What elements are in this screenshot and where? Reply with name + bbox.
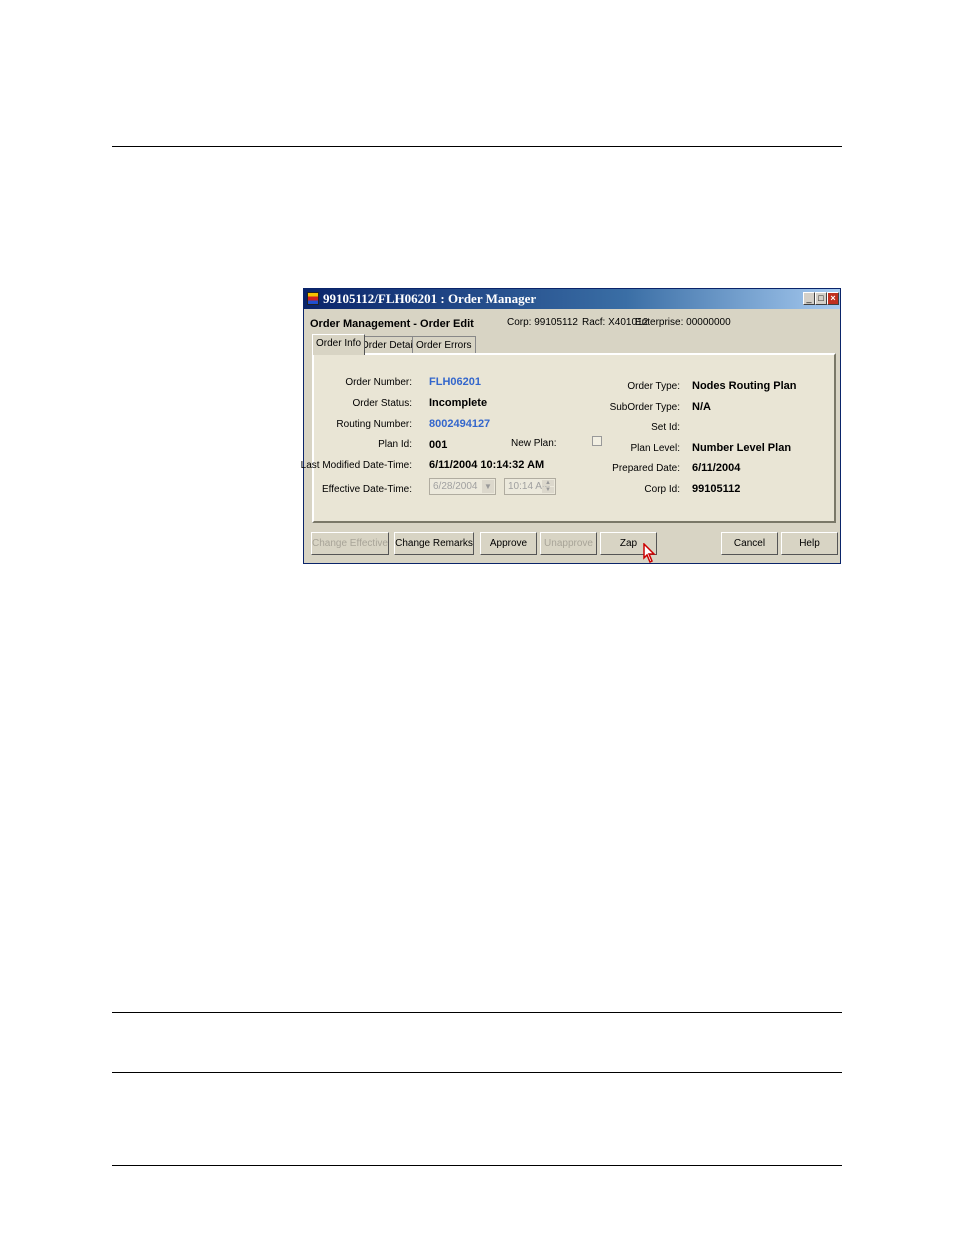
- footer-rule-3: [112, 1165, 842, 1166]
- order-status-value: Incomplete: [429, 397, 488, 409]
- order-type-label: Order Type:: [627, 381, 680, 392]
- plan-level-label: Plan Level:: [630, 443, 680, 454]
- suborder-type-label: SubOrder Type:: [609, 402, 680, 413]
- mouse-cursor-icon: [643, 543, 656, 563]
- set-id-label: Set Id:: [651, 422, 680, 433]
- last-modified-value: 6/11/2004 10:14:32 AM: [429, 459, 545, 471]
- cancel-button[interactable]: Cancel: [721, 532, 778, 555]
- plan-level-value: Number Level Plan: [692, 442, 792, 454]
- suborder-type-value: N/A: [692, 401, 711, 413]
- routing-number-label: Routing Number:: [336, 419, 412, 430]
- close-icon[interactable]: ×: [827, 292, 839, 305]
- effective-date-time-label: Effective Date-Time:: [321, 484, 412, 495]
- footer-rule-1: [112, 1012, 842, 1013]
- section-title: Order Management - Order Edit: [310, 318, 474, 330]
- new-plan-label: New Plan:: [511, 438, 557, 449]
- top-rule: [112, 146, 842, 147]
- new-plan-checkbox[interactable]: [592, 436, 602, 446]
- spin-up-icon[interactable]: ▲: [542, 480, 554, 486]
- routing-number-value[interactable]: 8002494127: [429, 418, 490, 430]
- minimize-icon[interactable]: _: [803, 292, 815, 305]
- maximize-icon[interactable]: □: [815, 292, 827, 305]
- order-manager-window: 99105112/FLH06201 : Order Manager _ □ × …: [301, 288, 841, 564]
- footer-rule-2: [112, 1072, 842, 1073]
- chevron-down-icon[interactable]: ▼: [482, 480, 494, 493]
- unapprove-button[interactable]: Unapprove: [540, 532, 597, 555]
- change-remarks-button[interactable]: Change Remarks: [394, 532, 474, 555]
- enterprise-label: Enterprise: 00000000: [635, 317, 731, 328]
- corp-id-label: Corp Id:: [644, 484, 680, 495]
- plan-id-label: Plan Id:: [378, 439, 412, 450]
- corp-label: Corp: 99105112: [507, 317, 578, 328]
- order-number-value[interactable]: FLH06201: [429, 376, 481, 388]
- effective-date-value: 6/28/2004: [433, 481, 478, 492]
- effective-time-picker[interactable]: 10:14 AM ▲ ▼: [504, 478, 556, 495]
- spin-down-icon[interactable]: ▼: [542, 487, 554, 493]
- app-icon: [307, 292, 319, 305]
- plan-id-value: 001: [429, 439, 448, 451]
- tab-order-info[interactable]: Order Info: [312, 334, 366, 355]
- tab-order-errors[interactable]: Order Errors: [412, 336, 476, 354]
- order-status-label: Order Status:: [352, 398, 412, 409]
- order-number-label: Order Number:: [345, 377, 412, 388]
- title-bar[interactable]: 99105112/FLH06201 : Order Manager _ □ ×: [304, 289, 840, 309]
- prepared-date-label: Prepared Date:: [612, 463, 680, 474]
- order-type-value: Nodes Routing Plan: [692, 380, 797, 392]
- help-button[interactable]: Help: [781, 532, 838, 555]
- window-title: 99105112/FLH06201 : Order Manager: [323, 291, 537, 306]
- approve-button[interactable]: Approve: [480, 532, 537, 555]
- corp-id-value: 99105112: [692, 483, 741, 495]
- prepared-date-value: 6/11/2004: [692, 462, 741, 474]
- last-modified-label: Last Modified Date-Time:: [300, 460, 412, 471]
- order-info-panel: Order Number: FLH06201 Order Status: Inc…: [301, 353, 836, 523]
- effective-date-picker[interactable]: 6/28/2004 ▼: [429, 478, 496, 495]
- change-effective-button[interactable]: Change Effective: [311, 532, 389, 555]
